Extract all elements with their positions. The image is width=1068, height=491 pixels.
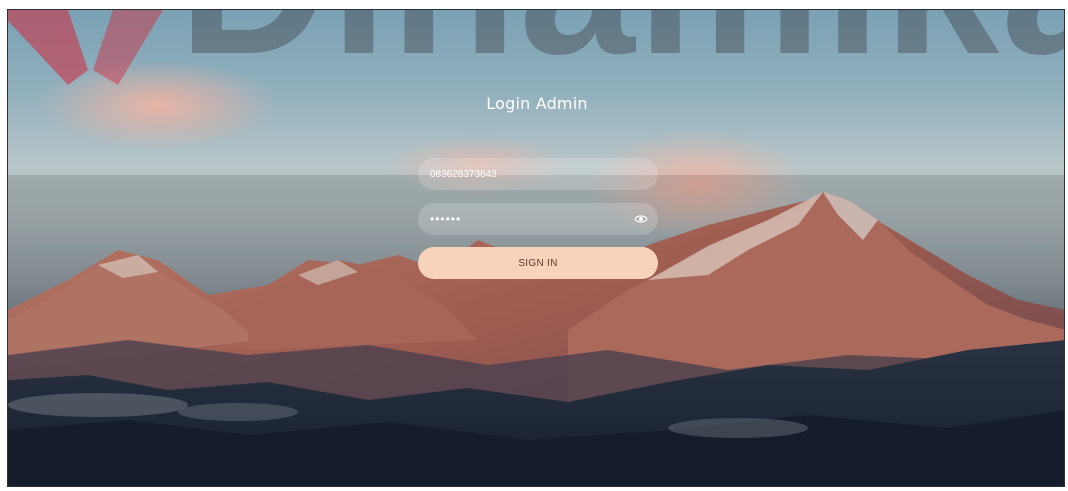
login-title: Login Admin [486, 94, 588, 113]
password-input[interactable] [430, 203, 630, 235]
login-screen: Dinamika Login Admin SIGN IN [7, 9, 1065, 487]
password-field[interactable] [418, 203, 658, 235]
username-field[interactable] [418, 158, 658, 190]
sign-in-button[interactable]: SIGN IN [418, 247, 658, 279]
eye-icon[interactable] [634, 213, 648, 225]
username-input[interactable] [430, 158, 630, 190]
